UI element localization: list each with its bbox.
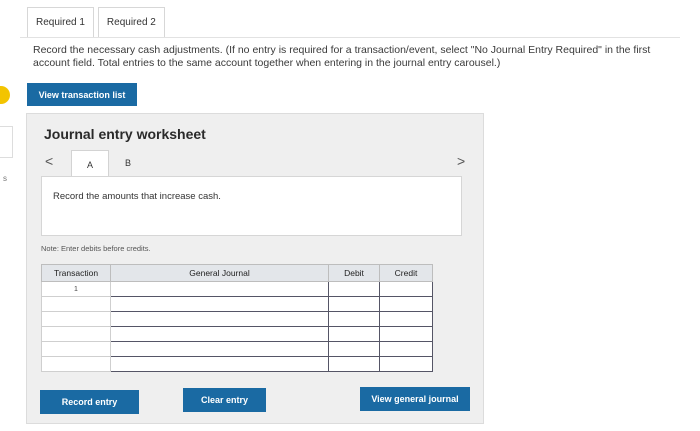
note-text: Note: Enter debits before credits.: [41, 244, 151, 253]
journal-entry-worksheet: Journal entry worksheet < A B > Record t…: [26, 113, 484, 424]
progress-marker: [0, 86, 10, 104]
debit-input[interactable]: [328, 341, 380, 357]
debit-input[interactable]: [328, 326, 380, 342]
worksheet-title: Journal entry worksheet: [44, 126, 206, 142]
credit-input[interactable]: [379, 341, 433, 357]
debit-input[interactable]: [328, 311, 380, 327]
transaction-cell: [41, 296, 111, 312]
instructions-text: Record the necessary cash adjustments. (…: [33, 44, 651, 69]
table-row: [41, 326, 433, 342]
debit-input[interactable]: [328, 356, 380, 372]
debit-input[interactable]: [328, 296, 380, 312]
account-input[interactable]: [110, 281, 329, 297]
left-edge-panel: [0, 126, 13, 158]
credit-input[interactable]: [379, 356, 433, 372]
table-row: [41, 296, 433, 312]
entry-description-box: Record the amounts that increase cash.: [41, 176, 462, 236]
prev-arrow-icon[interactable]: <: [45, 153, 53, 169]
next-arrow-icon[interactable]: >: [457, 153, 465, 169]
tab-divider: [20, 37, 680, 38]
tab-required-2[interactable]: Required 2: [97, 7, 165, 37]
debit-input[interactable]: [328, 281, 380, 297]
transaction-cell: [41, 356, 111, 372]
credit-input[interactable]: [379, 311, 433, 327]
credit-input[interactable]: [379, 281, 433, 297]
transaction-cell: 1: [41, 281, 111, 297]
account-input[interactable]: [110, 341, 329, 357]
clear-entry-button[interactable]: Clear entry: [183, 388, 266, 412]
table-row: [41, 311, 433, 327]
tab-entry-a[interactable]: A: [71, 150, 109, 178]
journal-table: Transaction General Journal Debit Credit…: [41, 264, 433, 372]
left-edge-text: s: [3, 174, 7, 183]
tab-required-1[interactable]: Required 1: [27, 7, 94, 37]
view-general-journal-button[interactable]: View general journal: [360, 387, 470, 411]
transaction-cell: [41, 341, 111, 357]
credit-input[interactable]: [379, 296, 433, 312]
record-entry-button[interactable]: Record entry: [40, 390, 139, 414]
table-row: [41, 341, 433, 357]
account-input[interactable]: [110, 296, 329, 312]
entry-description: Record the amounts that increase cash.: [53, 191, 221, 202]
account-input[interactable]: [110, 356, 329, 372]
account-input[interactable]: [110, 311, 329, 327]
column-header-transaction: Transaction: [41, 264, 111, 282]
credit-input[interactable]: [379, 326, 433, 342]
requirement-tabs: Required 1 Required 2: [27, 7, 165, 37]
column-header-debit: Debit: [328, 264, 380, 282]
column-header-credit: Credit: [379, 264, 433, 282]
tab-entry-b[interactable]: B: [109, 150, 147, 176]
table-header: Transaction General Journal Debit Credit: [41, 264, 433, 282]
transaction-cell: [41, 326, 111, 342]
table-row: 1: [41, 281, 433, 297]
transaction-cell: [41, 311, 111, 327]
table-row: [41, 356, 433, 372]
column-header-general-journal: General Journal: [110, 264, 329, 282]
view-transaction-list-button[interactable]: View transaction list: [27, 83, 137, 106]
account-input[interactable]: [110, 326, 329, 342]
